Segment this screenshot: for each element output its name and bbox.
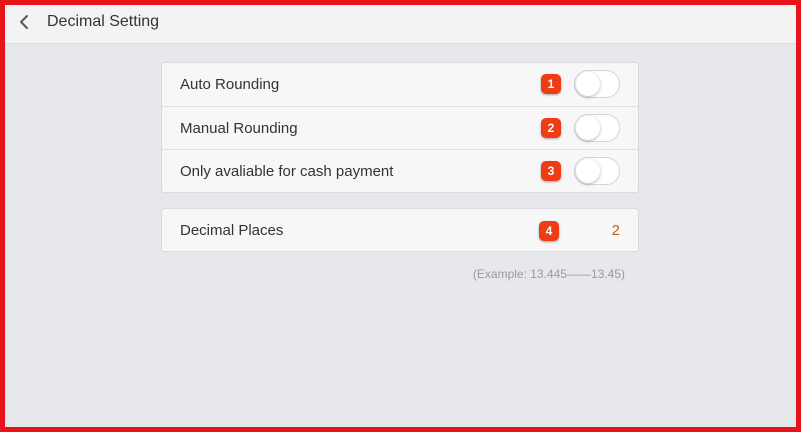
step-badge: 1 [541,74,561,94]
setting-row-auto-rounding: Auto Rounding 1 [162,63,638,106]
setting-row-cash-only: Only avaliable for cash payment 3 [162,149,638,192]
step-badge: 4 [539,221,559,241]
step-badge: 3 [541,161,561,181]
decimal-places-row[interactable]: Decimal Places 4 2 [162,209,638,252]
example-hint: (Example: 13.445——13.45) [472,267,625,281]
toggle-knob [576,72,600,96]
setting-label: Only avaliable for cash payment [180,163,394,180]
auto-rounding-toggle[interactable] [574,70,620,98]
decimal-places-group: Decimal Places 4 2 [161,208,639,252]
toggle-knob [576,159,600,183]
cash-only-toggle[interactable] [574,157,620,185]
decimal-places-value[interactable]: 2 [612,209,620,252]
toggle-knob [576,116,600,140]
back-icon[interactable] [17,14,31,30]
rounding-settings-group: Auto Rounding 1 Manual Rounding 2 Only a… [161,62,639,193]
screen-frame: Decimal Setting Auto Rounding 1 Manual R… [0,0,801,432]
top-bar: Decimal Setting [5,5,796,44]
setting-label: Auto Rounding [180,76,280,93]
step-badge: 2 [541,118,561,138]
manual-rounding-toggle[interactable] [574,114,620,142]
page-title: Decimal Setting [47,13,160,30]
setting-row-manual-rounding: Manual Rounding 2 [162,106,638,149]
setting-label: Manual Rounding [180,120,298,137]
setting-label: Decimal Places [180,222,284,239]
